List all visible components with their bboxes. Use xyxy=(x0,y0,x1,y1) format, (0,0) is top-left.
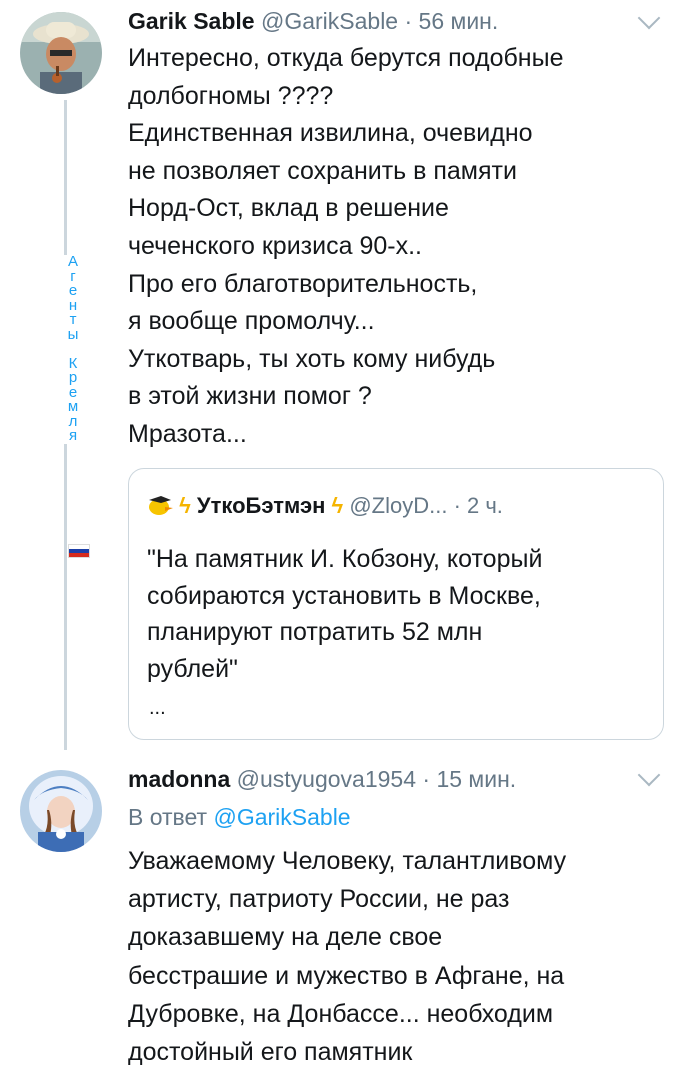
lightning-icon: ϟ xyxy=(179,493,191,518)
tweet-time[interactable]: · 15 мин. xyxy=(422,766,516,792)
quoted-time: · 2 ч. xyxy=(453,493,503,518)
duck-icon xyxy=(147,493,179,518)
quoted-author-handle: @ZloyD... xyxy=(349,493,448,518)
sidebar-label: А г е н т ы К р е м л я xyxy=(60,254,86,444)
author-handle[interactable]: @ustyugova1954 xyxy=(237,766,416,792)
quoted-tweet[interactable]: ϟ УткоБэтмэн ϟ @ZloyD... · 2 ч. "На памя… xyxy=(128,468,664,740)
quoted-more: ... xyxy=(149,697,166,719)
quoted-header: ϟ УткоБэтмэн ϟ @ZloyD... · 2 ч. xyxy=(147,493,503,519)
avatar[interactable] xyxy=(20,12,102,94)
tweet-header: madonna @ustyugova1954 · 15 мин. xyxy=(128,766,516,793)
avatar[interactable] xyxy=(20,770,102,852)
tweet-time[interactable]: · 56 мин. xyxy=(404,8,498,34)
lightning-icon: ϟ xyxy=(331,493,344,518)
tweet-header: Garik Sable @GarikSable · 56 мин. xyxy=(128,8,498,35)
author-handle[interactable]: @GarikSable xyxy=(261,8,398,34)
reply-handle-link[interactable]: @GarikSable xyxy=(213,804,350,830)
quoted-text: "На памятник И. Кобзону, который собираю… xyxy=(147,545,543,683)
chevron-down-icon[interactable] xyxy=(637,763,661,787)
author-name[interactable]: Garik Sable xyxy=(128,8,255,34)
russia-flag-icon xyxy=(68,544,90,558)
reply-context: В ответ @GarikSable xyxy=(128,804,351,831)
author-name[interactable]: madonna xyxy=(128,766,230,792)
quoted-author-name: УткоБэтмэн xyxy=(196,493,326,518)
chevron-down-icon[interactable] xyxy=(637,6,661,30)
tweet-text: Интересно, откуда берутся подобные долбо… xyxy=(128,44,564,448)
tweet-text: Уважаемому Человеку, талантливому артист… xyxy=(128,847,567,1067)
reply-prefix: В ответ xyxy=(128,804,208,830)
